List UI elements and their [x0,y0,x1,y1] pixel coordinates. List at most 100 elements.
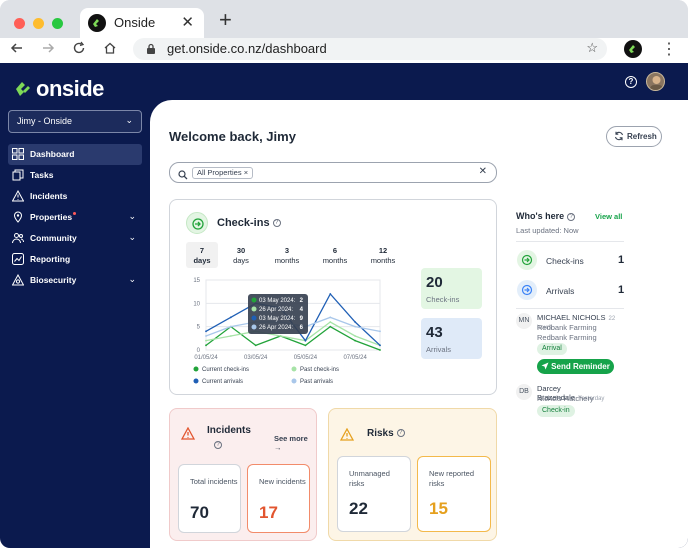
chip-remove-icon[interactable]: × [244,168,248,177]
sidebar-item-label: Dashboard [30,149,75,159]
unmanaged-risks-card[interactable]: Unmanaged risks 22 [337,456,411,532]
sidebar-item-community[interactable]: Community ⌄ [8,228,142,249]
tooltip-swatch [251,297,257,303]
info-icon[interactable]: ? [272,219,281,228]
whos-here-title: Who's here? [516,211,576,221]
help-icon[interactable]: ? [625,76,637,88]
legend-swatch [291,378,297,384]
data-point [354,339,357,342]
sidebar-item-properties[interactable]: Properties ⌄ [8,207,142,228]
onside-favicon-icon [88,14,106,32]
data-point [229,325,232,328]
tab-7-days[interactable]: 7 days [186,242,218,268]
checkins-line-chart[interactable]: 0 5 10 15 01/05/24 03/05/24 05/05/24 07/05/24 03… [184,274,394,392]
total-incidents-value: 70 [190,503,209,522]
tab-3-months[interactable]: 3 months [270,242,304,268]
sidebar-item-biosecurity[interactable]: Biosecurity ⌄ [8,270,142,291]
sidebar-item-incidents[interactable]: Incidents [8,186,142,207]
info-icon[interactable]: ? [396,429,405,438]
back-icon[interactable] [10,41,24,58]
maximize-window-icon[interactable] [52,18,63,29]
filter-chip-label: All Properties [197,168,242,177]
data-point [229,316,232,319]
legend-swatch [291,366,297,372]
page-title: Welcome back, Jimy [169,129,296,144]
info-icon[interactable]: ? [214,441,222,449]
browser-menu-icon[interactable]: ⋮ [661,39,677,59]
arrivals-stat-value: 43 [426,324,443,341]
data-point [354,325,357,328]
sidebar-item-dashboard[interactable]: Dashboard [8,144,142,165]
filter-chip[interactable]: All Properties × [192,167,254,179]
legend-label: Current arrivals [202,379,243,385]
new-risks-value: 15 [429,499,448,518]
see-more-link[interactable]: See more → [274,434,316,452]
url-text[interactable]: get.onside.co.nz/dashboard [167,41,327,56]
status-badge: Arrival [537,343,567,355]
tab-close-icon[interactable]: ✕ [181,13,194,31]
chevron-down-icon[interactable]: ⌄ [128,274,136,285]
chevron-down-icon[interactable]: ⌄ [128,211,136,222]
organization-name: Jimy - Onside [17,116,73,126]
unmanaged-risks-value: 22 [349,499,368,518]
checkins-stat-label: Check-ins [426,295,460,304]
person-org: Redbank Farming [537,333,597,342]
logo-text: onside [36,76,104,101]
legend-label: Past arrivals [300,379,333,385]
address-bar[interactable]: get.onside.co.nz/dashboard ☆ [133,38,607,60]
view-all-link[interactable]: View all [595,212,622,221]
tab-6-months[interactable]: 6 months [318,242,352,268]
tab-title: Onside [114,15,156,30]
send-reminder-button[interactable]: Send Reminder [537,359,614,374]
range-unit: months [274,256,300,265]
risks-title-text: Risks [367,428,394,439]
onside-app: onside ? Jimy - Onside ⌄ Dashboard Tasks [0,63,688,548]
new-risks-card[interactable]: New reported risks 15 [417,456,491,532]
organization-select[interactable]: Jimy - Onside ⌄ [8,110,142,133]
x-tick-label: 07/05/24 [343,355,367,361]
tooltip-swatch [251,315,257,321]
warning-icon [11,189,25,202]
risks-card: Risks? Unmanaged risks 22 New reported r… [328,408,497,541]
see-more-label: See more [274,434,308,443]
minimize-window-icon[interactable] [33,18,44,29]
new-tab-button[interactable]: + [219,9,232,31]
avatar[interactable] [646,72,665,91]
total-incidents-card[interactable]: Total incidents 70 [178,464,241,533]
home-icon[interactable] [103,41,117,58]
property-search-input[interactable]: All Properties × ✕ [169,162,497,183]
range-value: 7 [199,246,205,255]
reload-icon[interactable] [72,41,86,58]
tab-12-months[interactable]: 12 months [366,242,400,268]
close-window-icon[interactable] [14,18,25,29]
sidebar-item-label: Biosecurity [30,275,77,285]
y-tick-label: 10 [193,301,200,307]
onside-logo[interactable]: onside [14,75,104,103]
checkins-card: Check-ins? 7 days 30 days 3 months 6 mon… [169,199,497,395]
data-point [304,339,307,342]
legend-label: Current check-ins [202,367,249,373]
person-org: Nichols Hatchery [537,394,594,403]
sidebar-item-tasks[interactable]: Tasks [8,165,142,186]
avatar: DB [516,384,532,400]
forward-icon[interactable] [41,41,55,58]
refresh-button[interactable]: Refresh [606,126,662,147]
bookmark-star-icon[interactable]: ☆ [586,40,598,56]
data-point [329,316,332,319]
clear-search-icon[interactable]: ✕ [479,166,487,177]
sidebar-item-label: Community [30,233,77,243]
onside-extension-icon[interactable] [624,40,642,58]
info-icon[interactable]: ? [567,212,576,221]
tooltip-label: 26 Apr 2024: [259,307,293,313]
checkins-title: Check-ins? [217,217,281,229]
range-value: 3 [284,246,290,255]
browser-tab[interactable]: Onside ✕ [80,8,204,38]
sidebar-item-label: Tasks [30,170,54,180]
new-incidents-card[interactable]: New incidents 17 [247,464,310,533]
sidebar-item-reporting[interactable]: Reporting [8,249,142,270]
incidents-card: Incidents ? See more → Total incidents 7… [169,408,317,541]
tab-30-days[interactable]: 30 days [225,242,257,268]
chevron-down-icon[interactable]: ⌄ [128,232,136,243]
tooltip-swatch [251,324,257,330]
data-point [329,325,332,328]
